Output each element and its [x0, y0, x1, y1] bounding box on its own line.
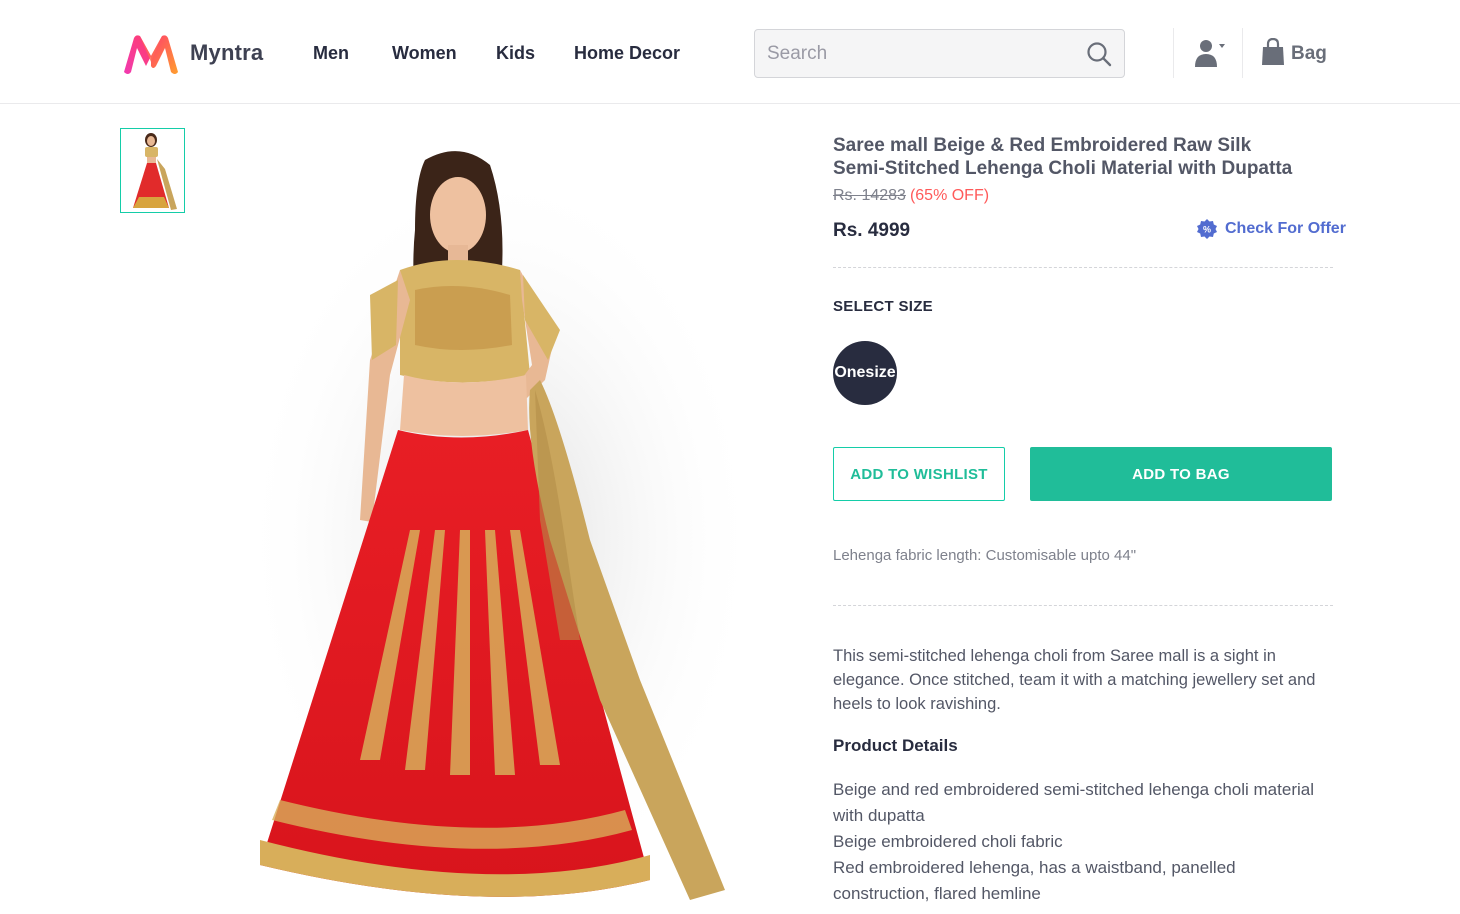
svg-text:%: % — [1203, 225, 1211, 235]
product-description: This semi-stitched lehenga choli from Sa… — [833, 647, 1316, 713]
product-details-list: Beige and red embroidered semi-stitched … — [833, 777, 1333, 907]
offer-label[interactable]: Check For Offer — [1225, 220, 1346, 238]
list-item: Beige and red embroidered semi-stitched … — [833, 780, 1314, 825]
nav-kids[interactable]: Kids — [496, 43, 535, 64]
product-title: Saree mall Beige & Red Embroidered Raw S… — [833, 135, 1293, 179]
list-item: Red embroidered lehenga, has a waistband… — [833, 858, 1236, 903]
thumbnail-image — [121, 129, 184, 212]
check-offer-link[interactable]: % Check For Offer — [1196, 218, 1346, 240]
search-input[interactable] — [767, 40, 1077, 68]
search-box — [754, 29, 1125, 78]
fabric-length-note: Lehenga fabric length: Customisable upto… — [833, 547, 1137, 564]
section-divider — [833, 605, 1333, 606]
nav-men[interactable]: Men — [313, 43, 349, 64]
mrp-price: Rs. 14283 — [833, 187, 906, 204]
header-divider — [1242, 28, 1243, 78]
profile-icon[interactable] — [1194, 38, 1228, 68]
select-size-heading: SELECT SIZE — [833, 298, 933, 315]
header-divider — [1173, 28, 1174, 78]
offer-badge-icon: % — [1197, 219, 1217, 239]
bag-label[interactable]: Bag — [1291, 43, 1327, 65]
myntra-logo[interactable] — [120, 32, 182, 76]
add-to-wishlist-button[interactable]: ADD TO WISHLIST — [833, 447, 1005, 501]
site-header: Myntra Men Women Kids Home Decor Bag — [0, 0, 1460, 104]
list-item: Beige embroidered choli fabric — [833, 832, 1063, 851]
product-thumbnail[interactable] — [120, 128, 185, 213]
discount-percent: (65% OFF) — [909, 187, 990, 204]
add-to-bag-button[interactable]: ADD TO BAG — [1030, 447, 1332, 501]
product-details-heading: Product Details — [833, 736, 958, 755]
product-main-image — [240, 151, 760, 914]
nav-home-decor[interactable]: Home Decor — [574, 43, 680, 64]
search-icon[interactable] — [1086, 41, 1112, 67]
bag-icon[interactable] — [1261, 38, 1285, 66]
price-row: Rs. 14283 (65% OFF) — [833, 187, 989, 205]
brand-name[interactable]: Myntra — [190, 40, 263, 66]
selling-price: Rs. 4999 — [833, 220, 911, 241]
nav-women[interactable]: Women — [392, 43, 457, 64]
section-divider — [833, 267, 1333, 268]
size-option-onesize[interactable]: Onesize — [833, 341, 897, 405]
